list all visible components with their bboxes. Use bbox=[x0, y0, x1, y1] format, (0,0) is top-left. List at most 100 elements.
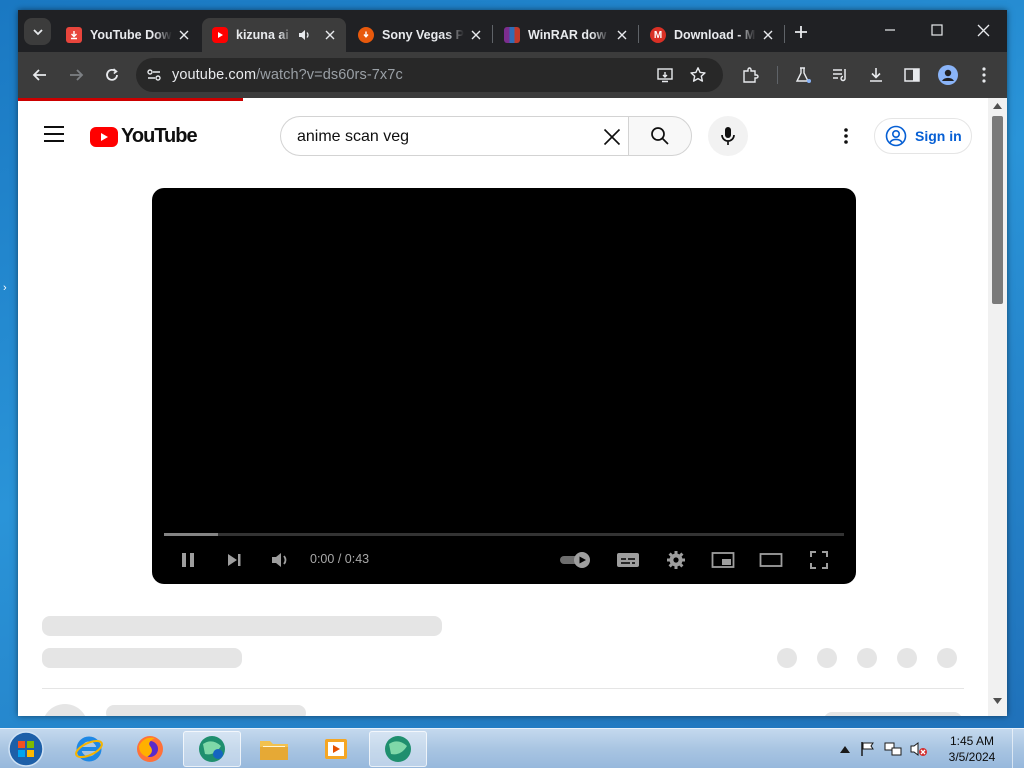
scroll-up-icon[interactable] bbox=[993, 103, 1002, 109]
mute-button[interactable] bbox=[268, 548, 292, 572]
action-skeleton bbox=[857, 648, 877, 668]
browser-toolbar: youtube.com/watch?v=ds60rs-7x7c bbox=[18, 52, 1007, 98]
tab-kizuna-ai[interactable]: kizuna ai bbox=[202, 18, 346, 52]
next-button[interactable] bbox=[222, 548, 246, 572]
autoplay-toggle[interactable] bbox=[558, 548, 594, 572]
youtube-logo[interactable]: YouTube bbox=[90, 125, 198, 148]
theater-mode-button[interactable] bbox=[758, 548, 784, 572]
folder-icon bbox=[260, 741, 288, 760]
volume-muted-icon[interactable] bbox=[910, 741, 928, 757]
winrar-icon bbox=[504, 27, 520, 43]
system-tray bbox=[840, 741, 928, 757]
browser-window: YouTube Dow kizuna ai Sony Vegas P WinRA… bbox=[18, 10, 1007, 716]
close-icon[interactable] bbox=[176, 27, 192, 43]
extensions-button[interactable] bbox=[738, 63, 762, 87]
progress-bar[interactable] bbox=[164, 533, 844, 536]
show-hidden-icons-icon[interactable] bbox=[840, 745, 850, 753]
back-button[interactable] bbox=[28, 63, 52, 87]
settings-button[interactable] bbox=[663, 548, 689, 572]
download-icon bbox=[66, 27, 82, 43]
miniplayer-icon bbox=[711, 552, 735, 568]
m-icon: M bbox=[650, 27, 666, 43]
pause-button[interactable] bbox=[176, 548, 200, 572]
close-icon[interactable] bbox=[614, 27, 630, 43]
taskbar-file-explorer[interactable] bbox=[245, 731, 303, 767]
maximize-button[interactable] bbox=[922, 18, 952, 42]
tab-title: YouTube Dow bbox=[90, 28, 172, 42]
action-center-flag-icon[interactable] bbox=[860, 741, 876, 757]
miniplayer-button[interactable] bbox=[710, 548, 736, 572]
downloads-button[interactable] bbox=[864, 63, 888, 87]
close-icon[interactable] bbox=[322, 27, 338, 43]
start-button[interactable] bbox=[6, 731, 46, 767]
network-icon[interactable] bbox=[884, 741, 902, 757]
tab-sony-vegas[interactable]: Sony Vegas P bbox=[348, 18, 492, 52]
forward-button[interactable] bbox=[64, 63, 88, 87]
media-controls-button[interactable] bbox=[828, 63, 852, 87]
taskbar: 1:45 AM 3/5/2024 bbox=[0, 728, 1024, 768]
clear-search-button[interactable] bbox=[600, 125, 624, 149]
taskbar-internet-explorer[interactable] bbox=[60, 731, 118, 767]
chevron-down-icon bbox=[32, 28, 43, 35]
music-queue-icon bbox=[833, 69, 846, 82]
search-icon bbox=[651, 127, 669, 145]
clock[interactable]: 1:45 AM 3/5/2024 bbox=[942, 733, 1002, 765]
settings-menu-button[interactable] bbox=[836, 124, 856, 148]
action-skeleton bbox=[817, 648, 837, 668]
tab-search-button[interactable] bbox=[24, 18, 51, 45]
close-window-button[interactable] bbox=[968, 18, 998, 42]
voice-search-button[interactable] bbox=[708, 116, 748, 156]
show-desktop-button[interactable] bbox=[1012, 729, 1024, 768]
taskbar-media-player[interactable] bbox=[307, 731, 365, 767]
new-tab-button[interactable] bbox=[791, 22, 811, 42]
app-globe-icon bbox=[199, 736, 225, 762]
guide-menu-button[interactable] bbox=[44, 126, 64, 142]
scroll-thumb[interactable] bbox=[992, 116, 1003, 304]
speaker-icon[interactable] bbox=[296, 27, 312, 43]
install-app-icon[interactable] bbox=[656, 66, 674, 84]
tab-winrar[interactable]: WinRAR dow bbox=[494, 18, 638, 52]
search-button[interactable] bbox=[628, 116, 692, 156]
youtube-play-icon bbox=[90, 126, 118, 147]
theater-mode-icon bbox=[759, 553, 783, 567]
account-icon bbox=[885, 125, 907, 147]
minimize-button[interactable] bbox=[875, 18, 905, 42]
toolbar-separator bbox=[777, 66, 778, 84]
taskbar-chrome-app[interactable] bbox=[369, 731, 427, 767]
video-player[interactable]: 0:00 / 0:43 bbox=[152, 188, 856, 584]
internet-explorer-icon bbox=[75, 736, 103, 762]
sign-in-label: Sign in bbox=[915, 128, 962, 144]
sign-in-button[interactable]: Sign in bbox=[874, 118, 972, 154]
page-viewport: YouTube Sign in bbox=[18, 98, 1007, 716]
taskbar-firefox[interactable] bbox=[121, 731, 179, 767]
scroll-down-icon[interactable] bbox=[993, 698, 1002, 704]
close-icon[interactable] bbox=[468, 27, 484, 43]
fullscreen-button[interactable] bbox=[806, 548, 832, 572]
taskbar-browser-app[interactable] bbox=[183, 731, 241, 767]
channel-skeleton bbox=[42, 648, 242, 668]
subtitles-button[interactable] bbox=[615, 548, 641, 572]
url-text: youtube.com/watch?v=ds60rs-7x7c bbox=[172, 67, 403, 83]
reload-icon bbox=[106, 68, 118, 81]
address-bar[interactable]: youtube.com/watch?v=ds60rs-7x7c bbox=[136, 58, 723, 92]
page-scrollbar[interactable] bbox=[988, 98, 1007, 716]
close-icon[interactable] bbox=[760, 27, 776, 43]
plus-icon bbox=[795, 26, 807, 38]
labs-button[interactable] bbox=[791, 63, 815, 87]
site-info-icon[interactable] bbox=[146, 67, 162, 83]
search-box bbox=[280, 116, 630, 156]
tab-separator bbox=[638, 25, 639, 43]
bookmark-star-icon[interactable] bbox=[689, 66, 707, 84]
gear-icon bbox=[667, 551, 685, 569]
side-panel-button[interactable] bbox=[900, 63, 924, 87]
action-skeleton bbox=[777, 648, 797, 668]
close-icon bbox=[977, 24, 989, 36]
arrow-left-icon bbox=[32, 69, 46, 81]
tab-youtube-downloader[interactable]: YouTube Dow bbox=[56, 18, 200, 52]
search-input[interactable] bbox=[297, 126, 587, 148]
reload-button[interactable] bbox=[100, 63, 124, 87]
divider bbox=[42, 688, 964, 689]
browser-menu-button[interactable] bbox=[972, 63, 996, 87]
tab-download-m[interactable]: M Download - M bbox=[640, 18, 784, 52]
profile-button[interactable] bbox=[936, 63, 960, 87]
